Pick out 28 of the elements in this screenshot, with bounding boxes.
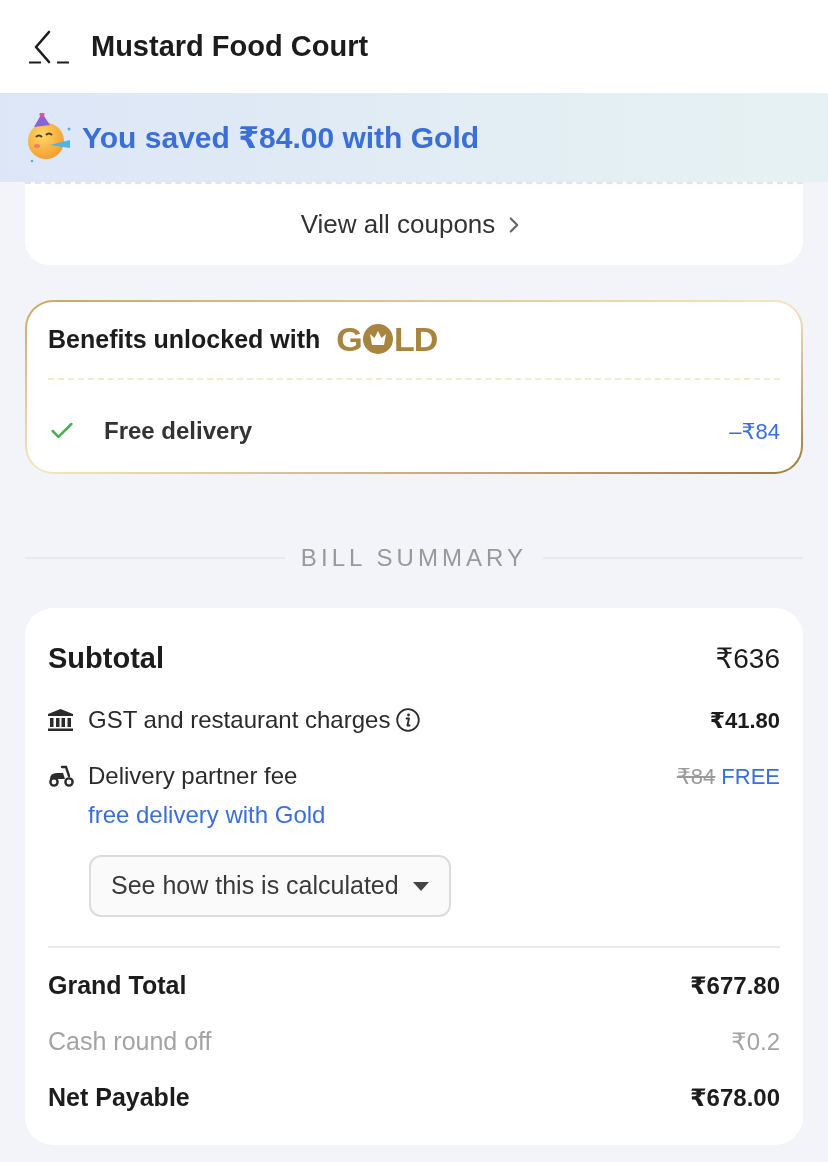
benefit-label: Free delivery: [104, 416, 253, 446]
savings-text: You saved ₹84.00 with Gold: [82, 122, 480, 153]
party-face-icon: [26, 112, 72, 163]
page-title: Mustard Food Court: [91, 32, 369, 61]
fee-note: free delivery with Gold: [88, 800, 326, 830]
total-amount: ₹677.80: [689, 971, 780, 1001]
info-icon[interactable]: [396, 708, 421, 732]
membership-logo: G LD: [336, 322, 438, 356]
round-off-label: Cash round off: [48, 1026, 212, 1058]
charge-label: GST and restaurant charges: [88, 705, 391, 735]
total-amount: ₹678.00: [689, 1083, 780, 1113]
scooter-icon: [48, 765, 74, 787]
subtotal-label: Subtotal: [48, 641, 164, 677]
fee-amount: FREE: [721, 762, 780, 791]
benefits-title: Benefits unlocked with: [48, 326, 321, 352]
calculation-dropdown-button[interactable]: See how this is calculated: [89, 855, 451, 917]
view-all-coupons-link[interactable]: View all coupons: [300, 205, 528, 244]
charge-label: Delivery partner fee: [88, 761, 298, 791]
round-off-amount: ₹0.2: [731, 1027, 780, 1057]
benefit-amount: –₹84: [729, 417, 780, 446]
total-label: Net Payable: [48, 1082, 190, 1114]
total-label: Grand Total: [48, 970, 187, 1002]
bill-summary-heading: BILL SUMMARY: [300, 543, 528, 573]
original-fee: ₹84: [676, 762, 716, 791]
back-icon[interactable]: [29, 29, 69, 64]
bank-icon: [48, 709, 73, 731]
subtotal-amount: ₹636: [715, 642, 780, 676]
charge-amount: ₹41.80: [709, 706, 780, 735]
